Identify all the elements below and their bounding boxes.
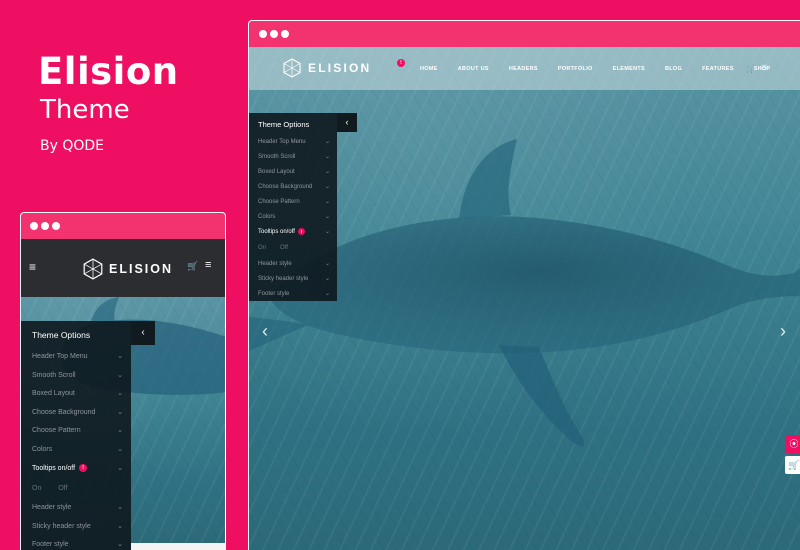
chevron-down-icon: ⌄ xyxy=(117,522,123,530)
logo-text: ELISION xyxy=(308,61,372,75)
chevron-down-icon: ⌄ xyxy=(324,154,330,160)
lifebuoy-icon[interactable]: ⦿ xyxy=(785,435,800,453)
chevron-down-icon: ⌄ xyxy=(324,291,330,297)
logo-icon xyxy=(283,58,301,78)
option-sticky-header-style[interactable]: Sticky header style ⌄ xyxy=(21,518,131,537)
option-tooltips[interactable]: Tooltips on/off! ⌄ xyxy=(249,225,337,240)
chevron-down-icon: ⌄ xyxy=(324,139,330,145)
brand-byline: By QODE xyxy=(40,138,105,154)
window-dot xyxy=(281,30,289,38)
option-sticky-header-style[interactable]: Sticky header style ⌄ xyxy=(249,272,337,287)
option-header-top-menu[interactable]: Header Top Menu ⌄ xyxy=(249,135,337,150)
chevron-down-icon: ⌄ xyxy=(117,541,123,549)
arrow-left-icon[interactable]: ‹ xyxy=(262,321,268,342)
theme-options-panel: Theme Options Header Top Menu ⌄ Smooth Sc… xyxy=(21,321,131,550)
nav-home[interactable]: HOME xyxy=(420,66,438,72)
cart-icon[interactable]: 🛒 xyxy=(746,65,755,73)
theme-options-title: Theme Options xyxy=(258,120,310,129)
nav-features[interactable]: FEATURES xyxy=(702,66,734,72)
menu-icon[interactable]: ≡ xyxy=(205,259,211,271)
option-boxed-layout[interactable]: Boxed Layout ⌄ xyxy=(21,385,131,404)
chevron-down-icon: ⌄ xyxy=(324,169,330,175)
nav-portfolio[interactable]: PORTFOLIO xyxy=(558,66,593,72)
nav-badge: ! xyxy=(397,59,405,67)
nav-headers[interactable]: HEADERS xyxy=(509,66,538,72)
option-choose-background[interactable]: Choose Background ⌄ xyxy=(249,180,337,195)
mobile-preview-window: ≡ ELISION 🛒 ≡ Theme Options Header Top M… xyxy=(20,212,226,550)
site-logo[interactable]: ELISION xyxy=(283,58,371,78)
option-colors[interactable]: Colors ⌄ xyxy=(249,210,337,225)
option-header-style[interactable]: Header style ⌄ xyxy=(249,257,337,272)
window-dot xyxy=(30,222,38,230)
arrow-right-icon[interactable]: › xyxy=(780,321,786,342)
option-choose-pattern[interactable]: Choose Pattern ⌄ xyxy=(21,422,131,441)
panel-collapse-button[interactable]: ‹ xyxy=(337,113,357,132)
option-tooltips[interactable]: Tooltips on/off! ⌄ xyxy=(21,460,131,479)
on-option[interactable]: On xyxy=(32,485,41,492)
off-option[interactable]: Off xyxy=(280,245,288,251)
nav-blog[interactable]: BLOG xyxy=(665,66,682,72)
option-choose-pattern[interactable]: Choose Pattern ⌄ xyxy=(249,195,337,210)
tooltips-toggle[interactable]: On Off xyxy=(21,478,131,499)
option-header-style[interactable]: Header style ⌄ xyxy=(21,499,131,518)
chevron-down-icon: ⌄ xyxy=(117,504,123,512)
main-nav: HOME ABOUT US HEADERS PORTFOLIO ELEMENTS… xyxy=(420,66,791,72)
window-dot xyxy=(41,222,49,230)
on-option[interactable]: On xyxy=(258,245,266,251)
page-footer-strip xyxy=(131,543,225,550)
option-header-top-menu[interactable]: Header Top Menu ⌄ xyxy=(21,348,131,367)
chevron-down-icon: ⌄ xyxy=(324,199,330,205)
menu-icon[interactable]: ☰ xyxy=(761,64,767,72)
chevron-down-icon: ⌄ xyxy=(117,445,123,453)
chevron-down-icon: ⌄ xyxy=(117,427,123,435)
brand-title: Elision xyxy=(38,50,179,93)
chevron-down-icon: ⌄ xyxy=(117,390,123,398)
theme-options-title: Theme Options xyxy=(32,330,91,340)
option-choose-background[interactable]: Choose Background ⌄ xyxy=(21,404,131,423)
site-header: ELISION ! HOME ABOUT US HEADERS PORTFOLI… xyxy=(249,47,800,90)
nav-elements[interactable]: ELEMENTS xyxy=(613,66,645,72)
cart-icon[interactable]: 🛒 xyxy=(785,456,800,474)
tooltip-badge: ! xyxy=(79,463,88,472)
cart-icon[interactable]: 🛒 xyxy=(187,261,198,272)
window-dot xyxy=(52,222,60,230)
option-footer-style[interactable]: Footer style ⌄ xyxy=(21,536,131,550)
logo-icon xyxy=(83,258,103,280)
chevron-down-icon: ⌄ xyxy=(117,408,123,416)
option-colors[interactable]: Colors ⌄ xyxy=(21,441,131,460)
site-logo[interactable]: ELISION xyxy=(83,258,173,280)
chevron-down-icon: ⌄ xyxy=(324,276,330,282)
desktop-preview-window: ELISION ! HOME ABOUT US HEADERS PORTFOLI… xyxy=(248,20,800,550)
option-smooth-scroll[interactable]: Smooth Scroll ⌄ xyxy=(21,367,131,386)
hamburger-icon[interactable]: ≡ xyxy=(29,260,36,274)
panel-collapse-button[interactable]: ‹ xyxy=(131,321,155,345)
logo-text: ELISION xyxy=(109,262,174,276)
tooltips-toggle[interactable]: On Off xyxy=(249,240,337,257)
nav-about-us[interactable]: ABOUT US xyxy=(458,66,489,72)
window-titlebar xyxy=(249,21,800,47)
window-dot xyxy=(259,30,267,38)
chevron-down-icon: ⌄ xyxy=(324,229,330,235)
chevron-down-icon: ⌄ xyxy=(117,353,123,360)
window-titlebar xyxy=(21,213,225,239)
off-option[interactable]: Off xyxy=(58,485,67,492)
chevron-down-icon: ⌄ xyxy=(324,214,330,220)
option-smooth-scroll[interactable]: Smooth Scroll ⌄ xyxy=(249,150,337,165)
chevron-down-icon: ⌄ xyxy=(324,184,330,190)
tooltip-badge: ! xyxy=(297,227,305,235)
chevron-down-icon: ⌄ xyxy=(117,464,123,472)
option-footer-style[interactable]: Footer style ⌄ xyxy=(249,287,337,302)
window-dot xyxy=(270,30,278,38)
brand-subtitle: Theme xyxy=(40,95,130,125)
theme-options-panel: Theme Options Header Top Menu ⌄ Smooth Sc… xyxy=(249,113,337,301)
chevron-down-icon: ⌄ xyxy=(117,371,123,379)
chevron-down-icon: ⌄ xyxy=(324,261,330,267)
option-boxed-layout[interactable]: Boxed Layout ⌄ xyxy=(249,165,337,180)
mobile-header: ≡ ELISION 🛒 ≡ xyxy=(21,239,225,297)
